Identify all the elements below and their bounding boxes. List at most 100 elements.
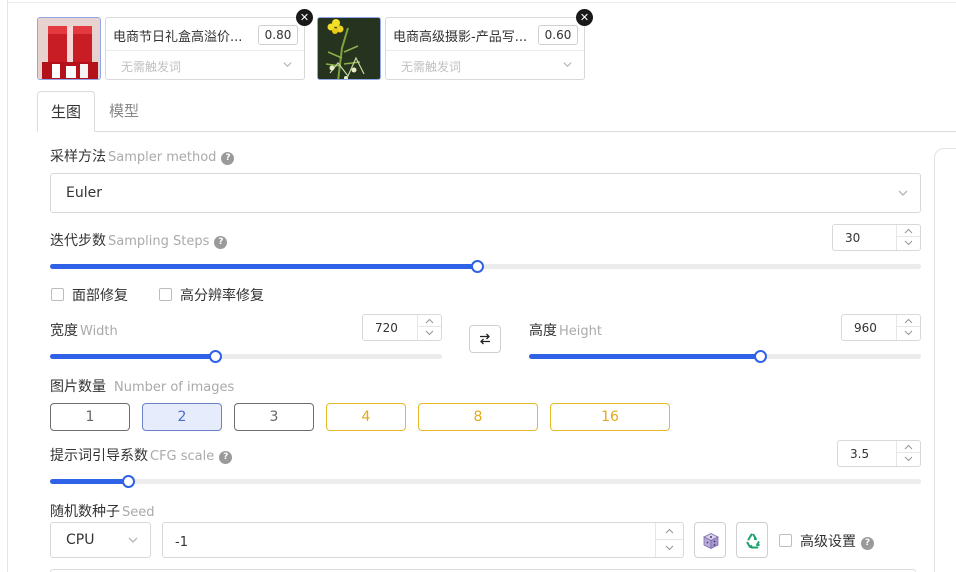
width-value: 720 bbox=[375, 321, 398, 335]
width-stepper bbox=[417, 315, 441, 340]
advanced-settings-label: 高级设置? bbox=[800, 531, 874, 551]
image-count-1-button[interactable]: 1 bbox=[50, 403, 130, 431]
width-input[interactable]: 720 bbox=[362, 314, 442, 341]
hires-fix-label: 高分辨率修复 bbox=[180, 288, 264, 304]
face-restore-label: 面部修复 bbox=[72, 288, 128, 304]
cfg-slider[interactable] bbox=[50, 475, 921, 488]
tab-model[interactable]: 模型 bbox=[95, 91, 153, 132]
increment-button[interactable] bbox=[897, 315, 920, 327]
sampler-label-cn: 采样方法 bbox=[50, 149, 106, 165]
sampler-label: 采样方法 Sampler method? bbox=[50, 146, 235, 166]
chevron-down-icon[interactable] bbox=[563, 60, 572, 69]
width-label: 宽度 Width bbox=[50, 320, 118, 340]
close-icon[interactable]: ✕ bbox=[576, 9, 593, 26]
trigger-word-select[interactable]: 无需触发词 bbox=[121, 58, 181, 75]
seed-stepper bbox=[655, 523, 683, 557]
increment-button[interactable] bbox=[418, 315, 441, 327]
slider-handle[interactable] bbox=[122, 475, 136, 488]
image-count-8-button[interactable]: 8 bbox=[418, 403, 538, 431]
image-count-16-button[interactable]: 16 bbox=[550, 403, 670, 431]
height-stepper bbox=[896, 315, 920, 340]
seed-label: 随机数种子 Seed bbox=[50, 501, 155, 521]
recycle-icon bbox=[746, 533, 760, 549]
trigger-word-select[interactable]: 无需触发词 bbox=[401, 58, 461, 75]
slider-handle[interactable] bbox=[754, 350, 768, 363]
decrement-button[interactable] bbox=[897, 327, 920, 339]
tabs-divider bbox=[37, 131, 956, 132]
lora-weight-input[interactable]: 0.60 bbox=[538, 25, 578, 45]
seed-label-cn: 随机数种子 bbox=[50, 504, 120, 520]
chevron-down-icon bbox=[128, 537, 138, 543]
lora-thumbnail-gift-box[interactable] bbox=[37, 17, 101, 80]
image-count-3-button[interactable]: 3 bbox=[234, 403, 314, 431]
width-slider[interactable] bbox=[50, 350, 442, 363]
height-value: 960 bbox=[854, 321, 877, 335]
steps-label: 迭代步数 Sampling Steps? bbox=[50, 230, 228, 250]
face-restore-checkbox[interactable] bbox=[51, 288, 64, 301]
width-label-cn: 宽度 bbox=[50, 323, 78, 339]
slider-handle[interactable] bbox=[208, 350, 222, 363]
steps-stepper bbox=[896, 225, 920, 250]
sampler-label-en: Sampler method bbox=[108, 150, 217, 165]
increment-button[interactable] bbox=[656, 523, 683, 540]
help-icon[interactable]: ? bbox=[861, 537, 874, 550]
lora-config-2: 电商高级摄影-产品写... 0.60 无需触发词 bbox=[385, 17, 585, 80]
left-frame bbox=[0, 0, 8, 572]
cfg-value: 3.5 bbox=[850, 447, 870, 461]
decrement-button[interactable] bbox=[656, 540, 683, 557]
chevron-down-icon[interactable] bbox=[283, 60, 292, 69]
lora-weight-input[interactable]: 0.80 bbox=[258, 25, 298, 45]
width-label-en: Width bbox=[80, 324, 118, 339]
seed-value: -1 bbox=[175, 535, 188, 550]
lora-card-1: 电商节日礼盒高溢价... 0.80 无需触发词 ✕ bbox=[37, 9, 313, 80]
sampler-select[interactable]: Euler bbox=[50, 173, 921, 213]
dice-icon bbox=[703, 533, 719, 550]
seed-device-select[interactable]: CPU bbox=[50, 522, 151, 558]
steps-input[interactable]: 30 bbox=[832, 224, 921, 251]
right-panel bbox=[934, 148, 956, 572]
tab-generate[interactable]: 生图 bbox=[37, 91, 95, 132]
seed-input[interactable]: -1 bbox=[162, 522, 684, 558]
seed-device-value: CPU bbox=[66, 532, 95, 548]
slider-handle[interactable] bbox=[470, 260, 484, 273]
chevron-down-icon bbox=[898, 190, 908, 196]
help-icon[interactable]: ? bbox=[214, 236, 228, 249]
help-icon[interactable]: ? bbox=[221, 152, 235, 165]
reuse-seed-button[interactable] bbox=[736, 522, 768, 558]
increment-button[interactable] bbox=[897, 225, 920, 237]
decrement-button[interactable] bbox=[418, 327, 441, 339]
steps-label-cn: 迭代步数 bbox=[50, 233, 106, 249]
height-label-en: Height bbox=[559, 324, 602, 339]
cfg-label-cn: 提示词引导系数 bbox=[50, 448, 148, 464]
steps-value: 30 bbox=[845, 231, 861, 245]
decrement-button[interactable] bbox=[897, 453, 920, 465]
lora-config-1: 电商节日礼盒高溢价... 0.80 无需触发词 bbox=[105, 17, 305, 80]
lora-thumbnail-flower[interactable] bbox=[317, 17, 381, 80]
help-icon[interactable]: ? bbox=[219, 451, 233, 464]
advanced-settings-checkbox[interactable] bbox=[779, 534, 792, 547]
image-count-4-button[interactable]: 4 bbox=[326, 403, 406, 431]
images-label-en: Number of images bbox=[114, 380, 235, 395]
steps-slider[interactable] bbox=[50, 260, 921, 273]
swap-dimensions-button[interactable] bbox=[469, 325, 501, 353]
lora-divider bbox=[386, 50, 584, 51]
height-slider[interactable] bbox=[529, 350, 921, 363]
seed-label-en: Seed bbox=[122, 505, 155, 520]
cfg-input[interactable]: 3.5 bbox=[837, 440, 921, 467]
cfg-label-en: CFG scale bbox=[150, 449, 215, 464]
slider-fill bbox=[50, 264, 477, 269]
lora-card-2: 电商高级摄影-产品写... 0.60 无需触发词 ✕ bbox=[317, 9, 593, 80]
height-input[interactable]: 960 bbox=[841, 314, 921, 341]
slider-fill bbox=[50, 479, 129, 484]
lora-name: 电商高级摄影-产品写... bbox=[393, 30, 528, 45]
slider-fill bbox=[529, 354, 761, 359]
decrement-button[interactable] bbox=[897, 237, 920, 249]
increment-button[interactable] bbox=[897, 441, 920, 453]
close-icon[interactable]: ✕ bbox=[296, 9, 313, 26]
images-label-cn: 图片数量 bbox=[50, 379, 106, 395]
image-count-2-button[interactable]: 2 bbox=[142, 403, 222, 431]
hires-fix-checkbox[interactable] bbox=[159, 288, 172, 301]
random-seed-button[interactable] bbox=[694, 522, 726, 558]
height-label: 高度 Height bbox=[529, 320, 602, 340]
sampler-value: Euler bbox=[66, 185, 102, 201]
